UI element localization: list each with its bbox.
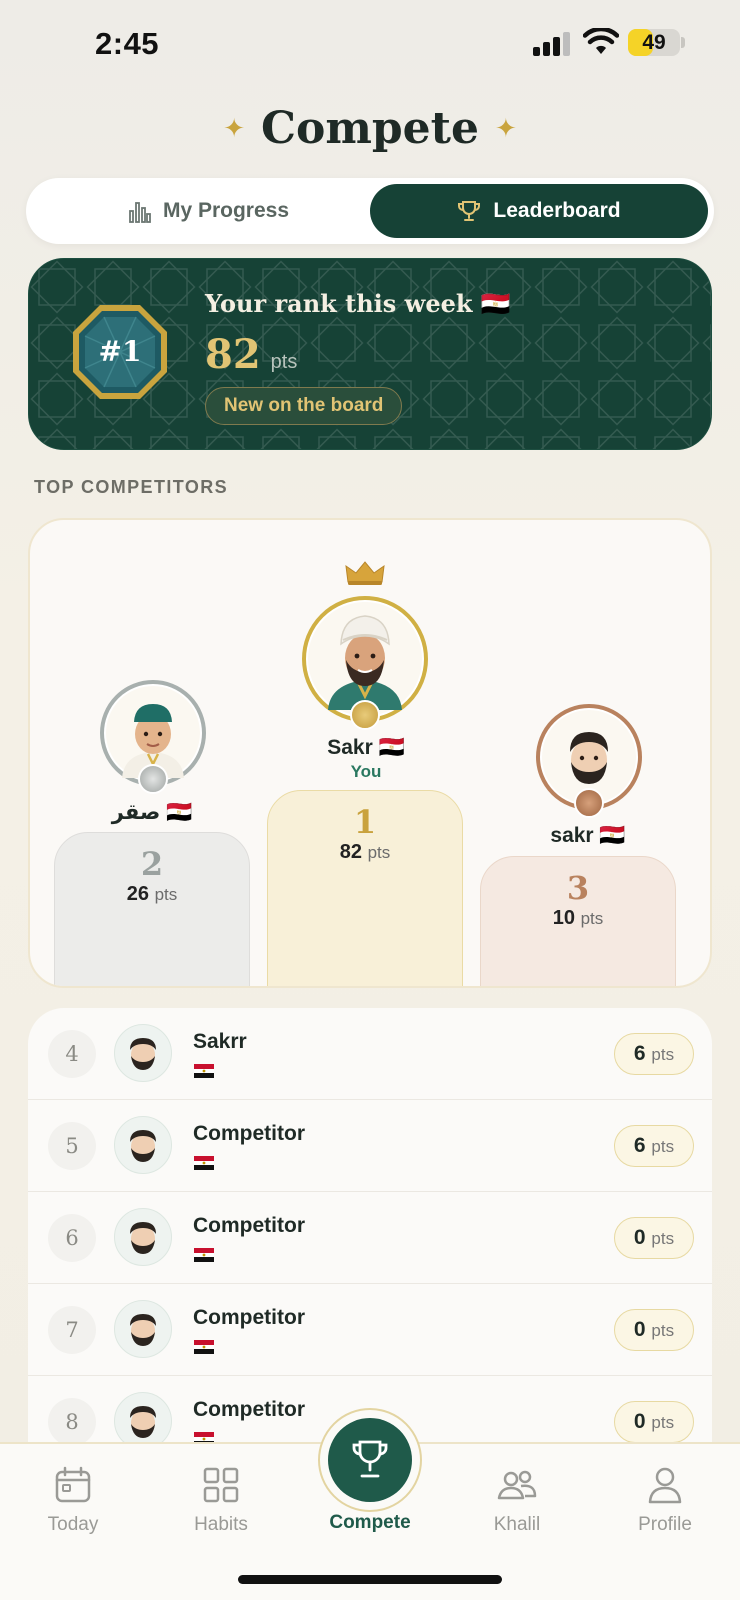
row-name: Sakrr [193, 1030, 247, 1053]
avatar-bearded-man-icon [130, 1314, 156, 1346]
rank-points: 82 pts [205, 331, 297, 378]
podium-block-first: 1 82 pts [267, 790, 463, 986]
avatar-bearded-man-icon [130, 1222, 156, 1254]
row-points: 0 pts [614, 1401, 694, 1443]
avatar [114, 1208, 172, 1266]
tab-profile[interactable]: Profile [605, 1466, 725, 1536]
view-switcher: My Progress Leaderboard [26, 178, 714, 244]
podium-first-name[interactable]: Sakr 🇪🇬 [266, 736, 466, 760]
podium-first-points: 82 pts [339, 841, 391, 863]
table-row[interactable]: 4 Sakrr 6 pts [28, 1008, 712, 1100]
status-time: 2:45 [95, 26, 160, 61]
podium-first-rank: 1 [353, 803, 377, 841]
table-row[interactable]: 7 Competitor 0 pts [28, 1284, 712, 1376]
cellular-signal-icon [533, 32, 570, 56]
avatar [114, 1024, 172, 1082]
tab-khalil[interactable]: Khalil [457, 1466, 577, 1536]
row-name: Competitor [193, 1398, 305, 1421]
rank-title: Your rank this week 🇪🇬 [205, 289, 511, 318]
row-rank: 7 [48, 1306, 96, 1354]
battery-level: 49 [642, 31, 666, 54]
tab-compete-label: Compete [329, 1512, 411, 1533]
podium-third-name[interactable]: sakr 🇪🇬 [488, 824, 688, 848]
sparkle-icon: ✦ [495, 112, 517, 143]
rank-badge-icon: #1 [73, 305, 167, 399]
egypt-flag-icon [194, 1156, 214, 1170]
grid-icon [203, 1467, 239, 1503]
tab-compete[interactable]: Compete [310, 1512, 430, 1534]
row-points: 0 pts [614, 1217, 694, 1259]
row-name: Competitor [193, 1306, 305, 1329]
battery-icon: 49 [628, 29, 680, 56]
avatar-bearded-man-icon [130, 1130, 156, 1162]
podium-second-points: 26 pts [126, 883, 178, 905]
podium-third-points: 10 pts [552, 907, 604, 929]
page-header: ✦ Compete ✦ [0, 98, 740, 158]
fab-inner [328, 1418, 412, 1502]
page-title: Compete [260, 102, 479, 154]
row-rank: 4 [48, 1030, 96, 1078]
person-icon [648, 1467, 682, 1504]
row-points: 6 pts [614, 1125, 694, 1167]
tab-today-label: Today [47, 1514, 99, 1535]
table-row[interactable]: 5 Competitor 6 pts [28, 1100, 712, 1192]
avatar-bearded-man-icon [130, 1038, 156, 1070]
tab-leaderboard-label: Leaderboard [493, 199, 621, 222]
battery-nub [681, 37, 685, 48]
status-bar: 2:45 49 [0, 0, 740, 90]
people-icon [497, 1470, 537, 1500]
tab-habits-label: Habits [194, 1514, 248, 1535]
row-rank: 8 [48, 1398, 96, 1446]
tab-khalil-label: Khalil [493, 1514, 541, 1535]
egypt-flag-icon [194, 1248, 214, 1262]
tab-profile-label: Profile [638, 1514, 692, 1535]
rank-points-value: 82 [205, 331, 261, 378]
egypt-flag-icon [194, 1064, 214, 1078]
crown-icon [345, 561, 385, 585]
podium-block-second: 2 26 pts [54, 832, 250, 986]
row-rank: 6 [48, 1214, 96, 1262]
section-heading: TOP COMPETITORS [34, 477, 229, 497]
home-indicator [238, 1575, 502, 1584]
gold-medal-icon [350, 700, 380, 730]
rank-badge-label: #1 [99, 335, 142, 368]
tab-habits[interactable]: Habits [161, 1466, 281, 1536]
silver-medal-icon [138, 764, 168, 794]
sparkle-icon: ✦ [223, 112, 245, 143]
weekly-rank-card: #1 Your rank this week 🇪🇬 82 pts New on … [28, 258, 712, 450]
row-name: Competitor [193, 1214, 305, 1237]
trophy-icon [352, 1440, 388, 1478]
row-points: 0 pts [614, 1309, 694, 1351]
status-badge: New on the board [205, 387, 403, 425]
leaderboard-list: 4 Sakrr 6 pts 5 Competitor 6 pts 6 Compe… [28, 1008, 712, 1468]
podium-second-name[interactable]: صقر 🇪🇬 [52, 800, 252, 825]
calendar-icon [55, 1466, 91, 1503]
podium-second-rank: 2 [140, 845, 164, 883]
row-rank: 5 [48, 1122, 96, 1170]
avatar-bearded-man-icon [130, 1406, 156, 1438]
podium-block-third: 3 10 pts [480, 856, 676, 986]
podium-card: Sakr 🇪🇬 You صقر 🇪🇬 sakr 🇪🇬 2 26 pts 1 82… [28, 518, 712, 988]
egypt-flag-icon [194, 1340, 214, 1354]
avatar [114, 1116, 172, 1174]
tab-my-progress[interactable]: My Progress [34, 184, 384, 238]
table-row[interactable]: 6 Competitor 0 pts [28, 1192, 712, 1284]
avatar [114, 1300, 172, 1358]
podium-third-rank: 3 [566, 869, 590, 907]
podium-you-label: You [350, 762, 382, 781]
tab-today[interactable]: Today [13, 1466, 133, 1536]
row-points: 6 pts [614, 1033, 694, 1075]
tab-my-progress-label: My Progress [162, 199, 290, 222]
compete-fab-button[interactable] [318, 1408, 422, 1512]
bar-chart-icon [129, 202, 151, 223]
rank-points-unit: pts [270, 351, 298, 373]
bronze-medal-icon [574, 788, 604, 818]
wifi-icon [583, 28, 619, 54]
tab-leaderboard[interactable]: Leaderboard [370, 184, 708, 238]
row-name: Competitor [193, 1122, 305, 1145]
trophy-icon [458, 201, 481, 221]
